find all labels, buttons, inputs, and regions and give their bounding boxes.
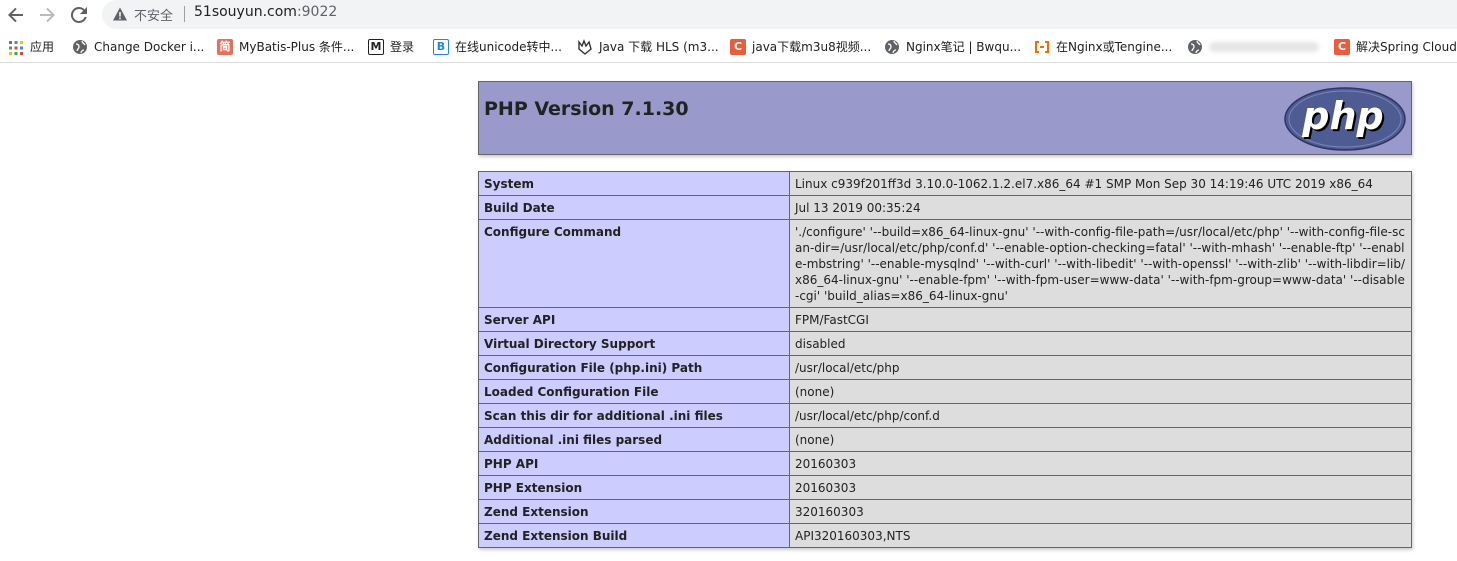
table-row: Configure Command './configure' '--build=…	[478, 219, 1412, 308]
setting-name: Virtual Directory Support	[478, 331, 790, 356]
bookmark-label: MyBatis-Plus 条件...	[239, 40, 355, 54]
setting-value: (none)	[789, 427, 1412, 452]
php-logo[interactable]: php php	[1284, 87, 1406, 151]
arrow-left-icon	[8, 7, 23, 23]
setting-name: Build Date	[478, 195, 790, 220]
address-bar[interactable]: 不安全 51souyun.com:9022	[102, 0, 1457, 29]
setting-value: (none)	[789, 379, 1412, 404]
apps-grid-icon	[9, 41, 23, 55]
table-row: Configuration File (php.ini) Path/usr/lo…	[478, 355, 1412, 380]
arrow-right-icon	[40, 7, 55, 23]
omnibox-divider	[184, 6, 185, 22]
table-row: Zend Extension 320160303	[478, 499, 1412, 524]
setting-name: Server API	[478, 307, 790, 332]
table-row: Loaded Configuration File (none)	[478, 379, 1412, 404]
setting-name: System	[478, 171, 790, 196]
php-logo-text-highlight: php	[1301, 94, 1383, 138]
setting-value: 20160303	[789, 475, 1412, 500]
setting-name: Scan this dir for additional .ini files	[478, 403, 790, 428]
reload-icon	[70, 6, 87, 23]
forward-button[interactable]	[35, 3, 59, 27]
b-logo-icon: B	[433, 39, 449, 55]
bookmark-label: Java 下载 HLS (m3...	[599, 40, 719, 54]
wolf-icon	[578, 39, 592, 55]
bookmark-label: 在Nginx或Tengine...	[1056, 40, 1173, 54]
security-label[interactable]: 不安全	[134, 5, 173, 24]
url-text[interactable]: 51souyun.com:9022	[194, 4, 337, 20]
setting-value: disabled	[789, 331, 1412, 356]
aliyun-icon	[1035, 41, 1049, 53]
globe-icon	[1188, 40, 1202, 54]
bookmark-label: java下载m3u8视频...	[752, 40, 872, 54]
setting-value: API320160303,NTS	[789, 523, 1412, 548]
setting-value: 320160303	[789, 499, 1412, 524]
table-row: Build Date Jul 13 2019 00:35:24	[478, 195, 1412, 220]
setting-value: Jul 13 2019 00:35:24	[789, 195, 1412, 220]
page-title: PHP Version 7.1.30	[484, 98, 689, 120]
setting-name: Additional .ini files parsed	[478, 427, 790, 452]
bookmark-label: 解决Spring Cloud	[1356, 40, 1457, 54]
setting-value: Linux c939f201ff3d 3.10.0-1062.1.2.el7.x…	[789, 171, 1412, 196]
back-button[interactable]	[4, 3, 28, 27]
setting-value: /usr/local/etc/php	[789, 355, 1412, 380]
setting-value: './configure' '--build=x86_64-linux-gnu'…	[789, 219, 1412, 308]
warning-icon	[113, 7, 127, 21]
table-row: Server API FPM/FastCGI	[478, 307, 1412, 332]
setting-name: Configure Command	[478, 219, 790, 308]
blurred-label	[1209, 42, 1319, 52]
table-row: PHP Extension 20160303	[478, 475, 1412, 500]
browser-toolbar: 不安全 51souyun.com:9022	[0, 0, 1457, 30]
table-row: Additional .ini files parsed (none)	[478, 427, 1412, 452]
setting-name: Zend Extension	[478, 499, 790, 524]
globe-icon	[73, 40, 87, 54]
table-row: PHP API 20160303	[478, 451, 1412, 476]
bookmark-label: Nginx笔记 | Bwqu...	[906, 40, 1022, 54]
setting-value: /usr/local/etc/php/conf.d	[789, 403, 1412, 428]
table-row: Virtual Directory Support disabled	[478, 331, 1412, 356]
url-port: :9022	[296, 4, 338, 20]
globe-icon	[885, 40, 899, 54]
bookmark-label: 应用	[30, 40, 55, 54]
csdn-icon: C	[1334, 39, 1350, 55]
setting-value: 20160303	[789, 451, 1412, 476]
setting-name: PHP API	[478, 451, 790, 476]
bookmark-label: Change Docker i...	[94, 40, 205, 54]
bookmark-label: 登录	[390, 40, 415, 54]
url-host: 51souyun.com	[194, 4, 297, 20]
setting-value: FPM/FastCGI	[789, 307, 1412, 332]
jianshu-icon: 简	[217, 39, 233, 55]
php-info-table: System Linux c939f201ff3d 3.10.0-1062.1.2…	[478, 171, 1412, 548]
table-row: Scan this dir for additional .ini files /…	[478, 403, 1412, 428]
php-header: PHP Version 7.1.30 php php	[478, 81, 1412, 155]
csdn-icon: C	[730, 39, 746, 55]
setting-name: PHP Extension	[478, 475, 790, 500]
reload-button[interactable]	[67, 3, 91, 27]
table-row: Zend Extension Build API320160303,NTS	[478, 523, 1412, 548]
bookmarks-bar: 应用 Change Docker i... 简 MyBatis-Plus 条件.…	[0, 31, 1457, 63]
setting-name: Configuration File (php.ini) Path	[478, 355, 790, 380]
m-logo-icon: M	[368, 39, 384, 55]
bookmark-label: 在线unicode转中...	[455, 40, 562, 54]
setting-name: Loaded Configuration File	[478, 379, 790, 404]
setting-name: Zend Extension Build	[478, 523, 790, 548]
table-row: System Linux c939f201ff3d 3.10.0-1062.1.2…	[478, 171, 1412, 196]
